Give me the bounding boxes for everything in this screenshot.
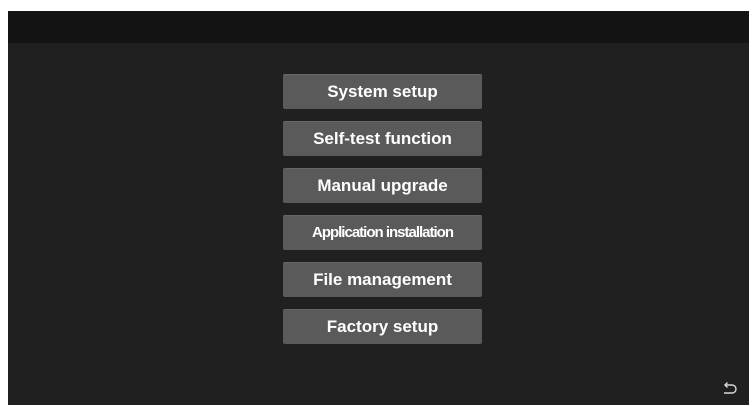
factory-setup-button[interactable]: Factory setup <box>283 309 482 344</box>
application-installation-label: Application installation <box>311 224 454 241</box>
self-test-function-button[interactable]: Self-test function <box>283 121 482 156</box>
file-management-button[interactable]: File management <box>283 262 482 297</box>
application-installation-button[interactable]: Application installation <box>283 215 482 250</box>
self-test-function-label: Self-test function <box>313 128 452 148</box>
status-bar <box>8 11 749 43</box>
file-management-label: File management <box>313 269 452 289</box>
back-arrow-icon[interactable] <box>719 379 739 399</box>
manual-upgrade-label: Manual upgrade <box>317 175 448 195</box>
factory-setup-label: Factory setup <box>326 316 439 336</box>
settings-menu: System setup Self-test function Manual u… <box>283 74 482 356</box>
device-screen: System setup Self-test function Manual u… <box>8 11 749 405</box>
system-setup-button[interactable]: System setup <box>283 74 482 109</box>
manual-upgrade-button[interactable]: Manual upgrade <box>283 168 482 203</box>
system-setup-label: System setup <box>327 81 438 101</box>
